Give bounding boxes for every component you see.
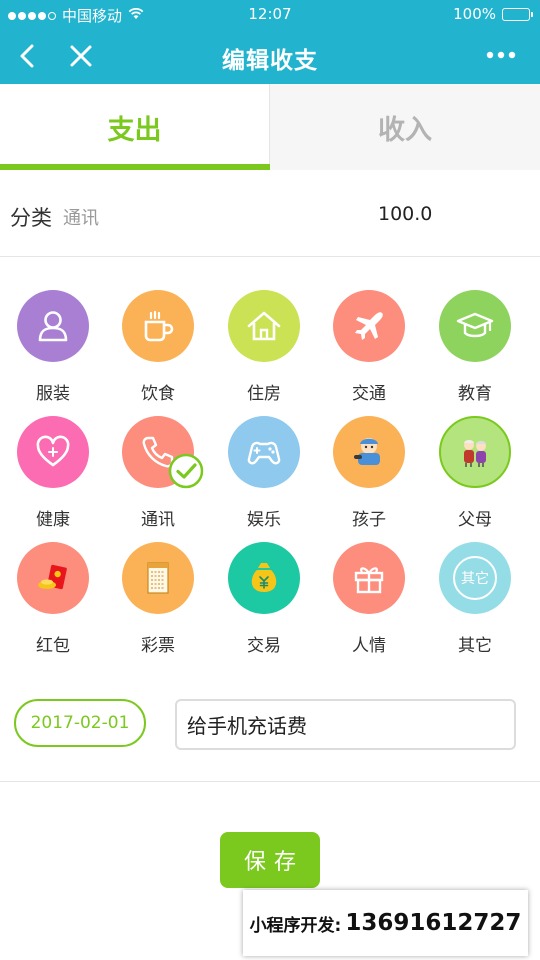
- category-circle: 其它: [439, 542, 511, 614]
- other-icon-text: 其它: [461, 571, 489, 587]
- amount-value[interactable]: 100.0: [378, 203, 432, 225]
- selected-check-icon: [168, 453, 204, 489]
- category-circle: [17, 290, 89, 362]
- category-circle: [122, 290, 194, 362]
- category-food[interactable]: 饮食: [105, 290, 211, 404]
- category-circle: [17, 542, 89, 614]
- category-amount-row: 分类 通讯 100.0: [0, 170, 540, 257]
- category-label: 彩票: [141, 636, 175, 656]
- category-house[interactable]: 住房: [211, 290, 317, 404]
- status-bar: 中国移动 12:07 100%: [0, 0, 540, 28]
- category-circle: [333, 542, 405, 614]
- category-clothing[interactable]: 服装: [0, 290, 106, 404]
- category-education[interactable]: 教育: [422, 290, 528, 404]
- category-circle: [17, 416, 89, 488]
- category-health[interactable]: 健康: [0, 416, 106, 530]
- battery-icon: [502, 7, 533, 21]
- category-label: 交通: [352, 384, 386, 404]
- heart-icon: [36, 435, 70, 467]
- category-trade[interactable]: 交易: [211, 542, 317, 656]
- category-circle: [228, 290, 300, 362]
- category-label: 饮食: [141, 384, 175, 404]
- tab-expense[interactable]: 支出: [0, 84, 270, 170]
- category-label: 父母: [458, 510, 492, 530]
- category-label: 红包: [36, 636, 70, 656]
- developer-banner: 小程序开发: 13691612727: [243, 890, 528, 956]
- status-right: 100%: [453, 5, 533, 23]
- nav-bar: 编辑收支: [0, 28, 540, 84]
- airplane-icon: [355, 312, 383, 340]
- divider: [0, 781, 540, 782]
- parents-icon: [464, 440, 486, 467]
- category-children[interactable]: 孩子: [316, 416, 422, 530]
- graduation-cap-icon: [456, 312, 494, 338]
- other-icon: 其它: [453, 556, 497, 600]
- child-icon: [354, 438, 380, 465]
- category-red-envelope[interactable]: 红包: [0, 542, 106, 656]
- save-button[interactable]: 保存: [220, 832, 320, 888]
- more-button[interactable]: [484, 38, 518, 70]
- category-label: 娱乐: [247, 510, 281, 530]
- category-circle: [228, 416, 300, 488]
- clothing-icon: [38, 311, 68, 342]
- category-label: 交易: [247, 636, 281, 656]
- red-envelope-icon: [38, 564, 67, 590]
- category-entertainment[interactable]: 娱乐: [211, 416, 317, 530]
- developer-label: 小程序开发:: [249, 915, 342, 936]
- category-label: 分类: [10, 206, 52, 230]
- developer-number: 13691612727: [345, 910, 522, 936]
- food-icon: [144, 310, 174, 342]
- battery-percent: 100%: [453, 5, 496, 23]
- category-circle: [333, 290, 405, 362]
- category-label: 住房: [247, 384, 281, 404]
- gift-icon: [354, 567, 384, 594]
- category-gift[interactable]: 人情: [316, 542, 422, 656]
- category-value: 通讯: [63, 208, 99, 229]
- gamepad-icon: [247, 441, 281, 465]
- category-label: 人情: [352, 636, 386, 656]
- category-label: 教育: [458, 384, 492, 404]
- category-other[interactable]: 其它 其它: [422, 542, 528, 656]
- category-circle: [333, 416, 405, 488]
- more-dots-icon: [486, 51, 516, 59]
- category-parents[interactable]: 父母: [422, 416, 528, 530]
- house-icon: [247, 311, 281, 341]
- date-picker[interactable]: 2017-02-01: [14, 699, 146, 747]
- category-circle: [439, 290, 511, 362]
- tab-income[interactable]: 收入: [270, 84, 540, 170]
- note-input[interactable]: [175, 699, 516, 750]
- category-label: 服装: [36, 384, 70, 404]
- category-circle: [439, 416, 511, 488]
- money-bag-icon: [251, 563, 277, 592]
- category-lottery[interactable]: 彩票: [105, 542, 211, 656]
- category-label: 健康: [36, 510, 70, 530]
- category-transport[interactable]: 交通: [316, 290, 422, 404]
- category-circle: [228, 542, 300, 614]
- category-label: 孩子: [352, 510, 386, 530]
- category-circle: [122, 542, 194, 614]
- category-label: 其它: [458, 636, 492, 656]
- category-label: 通讯: [141, 510, 175, 530]
- lottery-ticket-icon: [147, 562, 169, 594]
- page-title: 编辑收支: [222, 48, 318, 74]
- type-tabs: 支出 收入: [0, 84, 540, 170]
